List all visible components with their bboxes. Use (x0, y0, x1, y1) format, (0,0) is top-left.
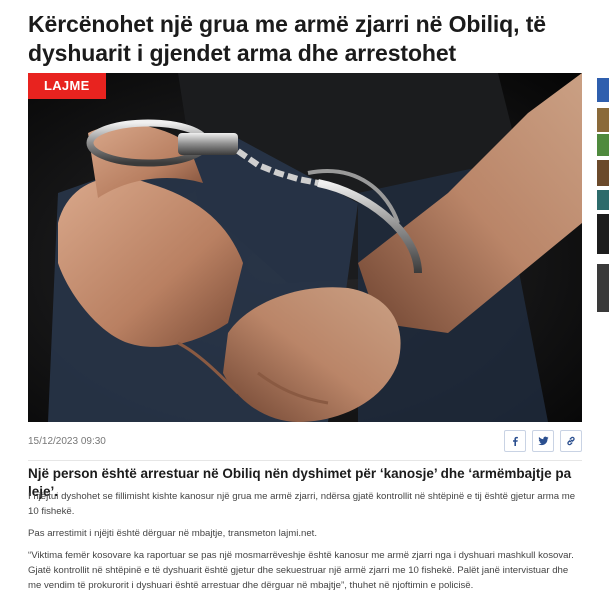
article-paragraph: I njëjtui dyshohet se fillimisht kishte … (28, 491, 576, 517)
article-meta: 15/12/2023 09:30 (28, 430, 582, 461)
share-twitter-button[interactable] (532, 430, 554, 452)
share-buttons (504, 430, 582, 452)
sidebar-thumbnail[interactable] (597, 264, 609, 312)
sidebar-thumbnail[interactable] (597, 134, 609, 156)
sidebar-thumbnail[interactable] (597, 214, 609, 254)
article-headline: Kërcënohet një grua me armë zjarri në Ob… (28, 11, 546, 66)
handcuffed-hands-photo (28, 73, 582, 422)
sidebar-thumbnails (597, 0, 609, 600)
twitter-icon (537, 436, 548, 446)
article-paragraph: “Viktima femër kosovare ka raportuar se … (28, 550, 574, 591)
sidebar-thumbnail[interactable] (597, 78, 609, 102)
share-facebook-button[interactable] (504, 430, 526, 452)
category-badge[interactable]: LAJME (28, 73, 106, 99)
facebook-icon (513, 436, 518, 446)
article-paragraph: Pas arrestimit i njëjti është dërguar në… (28, 528, 318, 539)
sidebar-thumbnail[interactable] (597, 108, 609, 132)
sidebar-thumbnail[interactable] (597, 160, 609, 186)
sidebar-thumbnail[interactable] (597, 190, 609, 210)
article: Kërcënohet një grua me armë zjarri në Ob… (28, 0, 582, 591)
hero-image[interactable]: LAJME (28, 73, 582, 422)
share-link-button[interactable] (560, 430, 582, 452)
link-icon (567, 436, 575, 446)
publish-date: 15/12/2023 09:30 (28, 436, 106, 447)
